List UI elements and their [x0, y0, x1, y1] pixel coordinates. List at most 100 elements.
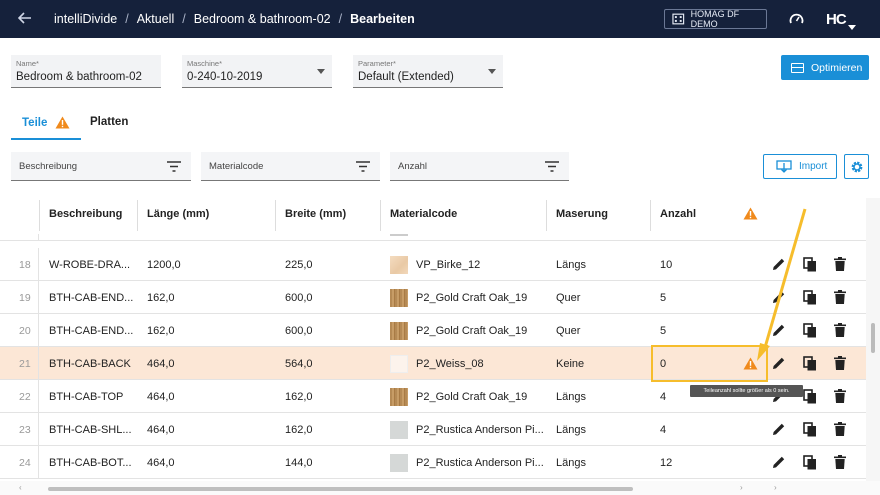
cell-grain: Längs	[556, 424, 586, 436]
optimize-button[interactable]: Optimieren	[781, 55, 869, 80]
column-header-width[interactable]: Breite (mm)	[285, 208, 346, 220]
cell-length: 464,0	[147, 358, 175, 370]
table-row[interactable]: 23 BTH-CAB-SHL... 464,0 162,0 P2_Rustica And…	[0, 413, 866, 446]
cell-length: 1200,0	[147, 259, 181, 271]
row-actions	[772, 455, 863, 470]
edit-pencil-icon[interactable]	[772, 455, 786, 469]
cell-grain: Keine	[556, 358, 585, 370]
count-filter[interactable]: Anzahl	[390, 152, 569, 181]
breadcrumb-item-current[interactable]: Aktuell	[137, 12, 175, 26]
cell-width: 225,0	[285, 259, 313, 271]
name-field[interactable]: Name* Bedroom & bathroom-02	[11, 55, 161, 88]
trash-icon[interactable]	[834, 290, 846, 304]
trash-icon[interactable]	[834, 455, 846, 469]
edit-pencil-icon[interactable]	[772, 356, 786, 370]
table-row[interactable]: 19 BTH-CAB-END... 162,0 600,0 P2_Gold Craft …	[0, 281, 866, 314]
filter-icon[interactable]	[167, 161, 181, 172]
column-header-grain[interactable]: Maserung	[556, 208, 608, 220]
material-swatch	[390, 421, 408, 439]
description-filter[interactable]: Beschreibung	[11, 152, 191, 181]
copy-icon[interactable]	[803, 290, 817, 305]
back-arrow-icon[interactable]	[17, 9, 32, 29]
row-number: 20	[19, 325, 31, 337]
dashboard-gauge-icon[interactable]	[789, 12, 804, 31]
material-filter[interactable]: Materialcode	[201, 152, 380, 181]
trash-icon[interactable]	[834, 323, 846, 337]
copy-icon[interactable]	[803, 389, 817, 404]
table-row[interactable]: 24 BTH-CAB-BOT... 464,0 144,0 P2_Rustica And…	[0, 446, 866, 479]
column-header-length[interactable]: Länge (mm)	[147, 208, 209, 220]
scroll-left-icon[interactable]: ‹	[19, 483, 22, 492]
trash-icon[interactable]	[834, 389, 846, 403]
edit-pencil-icon[interactable]	[772, 422, 786, 436]
edit-pencil-icon[interactable]	[772, 257, 786, 271]
cell-grain: Längs	[556, 391, 586, 403]
building-icon	[672, 13, 685, 25]
copy-icon[interactable]	[803, 323, 817, 338]
cell-grain: Längs	[556, 457, 586, 469]
row-actions	[772, 257, 863, 272]
tenant-selector[interactable]: HOMAG DF DEMO	[664, 9, 767, 29]
material-swatch	[390, 355, 408, 373]
edit-pencil-icon[interactable]	[772, 323, 786, 337]
table-row[interactable]: 18 W-ROBE-DRA... 1200,0 225,0 VP_Birke_12 Län…	[0, 248, 866, 281]
cell-description: BTH-CAB-TOP	[49, 391, 124, 403]
material-swatch	[390, 388, 408, 406]
count-warning-highlight	[651, 345, 768, 382]
cell-width: 144,0	[285, 457, 313, 469]
copy-icon[interactable]	[803, 455, 817, 470]
horizontal-scroll-thumb[interactable]	[48, 487, 633, 491]
row-number: 18	[19, 259, 31, 271]
copy-icon[interactable]	[803, 422, 817, 437]
scroll-right-icon[interactable]: ›	[774, 483, 777, 492]
table-row[interactable]: 20 BTH-CAB-END... 162,0 600,0 P2_Gold Craft …	[0, 314, 866, 347]
description-filter-label: Beschreibung	[19, 161, 78, 172]
tab-boards[interactable]: Platten	[90, 116, 128, 128]
row-actions	[772, 356, 863, 371]
breadcrumb-app[interactable]: intelliDivide	[54, 12, 117, 26]
dropdown-caret-icon	[317, 69, 325, 74]
cell-grain: Quer	[556, 292, 581, 304]
cell-count: 10	[660, 259, 673, 271]
cell-material: P2_Gold Craft Oak_19	[416, 325, 528, 337]
cell-width: 600,0	[285, 292, 313, 304]
warning-icon	[55, 116, 70, 129]
brand-logo[interactable]: HC	[826, 11, 847, 28]
material-swatch	[390, 256, 408, 274]
cell-description: BTH-CAB-END...	[49, 325, 134, 337]
filter-icon[interactable]	[356, 161, 370, 172]
settings-button[interactable]	[844, 154, 869, 179]
cell-count: 5	[660, 292, 667, 304]
cell-length: 162,0	[147, 292, 175, 304]
copy-icon[interactable]	[803, 356, 817, 371]
machine-select[interactable]: Maschine* 0-240-10-2019	[182, 55, 332, 88]
vertical-scrollbar[interactable]	[866, 198, 880, 481]
column-header-material[interactable]: Materialcode	[390, 208, 457, 220]
column-header-count[interactable]: Anzahl	[660, 208, 696, 220]
breadcrumb-item-job[interactable]: Bedroom & bathroom-02	[194, 12, 331, 26]
row-number: 23	[19, 424, 31, 436]
optimize-icon	[791, 62, 804, 73]
trash-icon[interactable]	[834, 356, 846, 370]
horizontal-scrollbar[interactable]: ‹ › ›	[0, 481, 880, 495]
table-row-partial[interactable]	[0, 234, 866, 241]
chevron-down-icon[interactable]	[848, 17, 856, 35]
trash-icon[interactable]	[834, 257, 846, 271]
column-header-description[interactable]: Beschreibung	[49, 208, 122, 220]
optimize-button-label: Optimieren	[811, 61, 863, 74]
edit-pencil-icon[interactable]	[772, 290, 786, 304]
cell-width: 162,0	[285, 424, 313, 436]
tenant-name: HOMAG DF DEMO	[690, 9, 740, 29]
tab-parts[interactable]: Teile	[22, 116, 70, 129]
filter-icon[interactable]	[545, 161, 559, 172]
vertical-scroll-thumb[interactable]	[871, 323, 875, 353]
material-swatch	[390, 322, 408, 340]
cell-count: 4	[660, 424, 667, 436]
name-field-label: Name*	[16, 59, 39, 68]
copy-icon[interactable]	[803, 257, 817, 272]
trash-icon[interactable]	[834, 422, 846, 436]
cell-material: P2_Rustica Anderson Pi...	[416, 424, 544, 436]
parameter-select[interactable]: Parameter* Default (Extended)	[353, 55, 503, 88]
import-button[interactable]: Import	[763, 154, 837, 179]
scroll-right-icon[interactable]: ›	[740, 483, 743, 492]
